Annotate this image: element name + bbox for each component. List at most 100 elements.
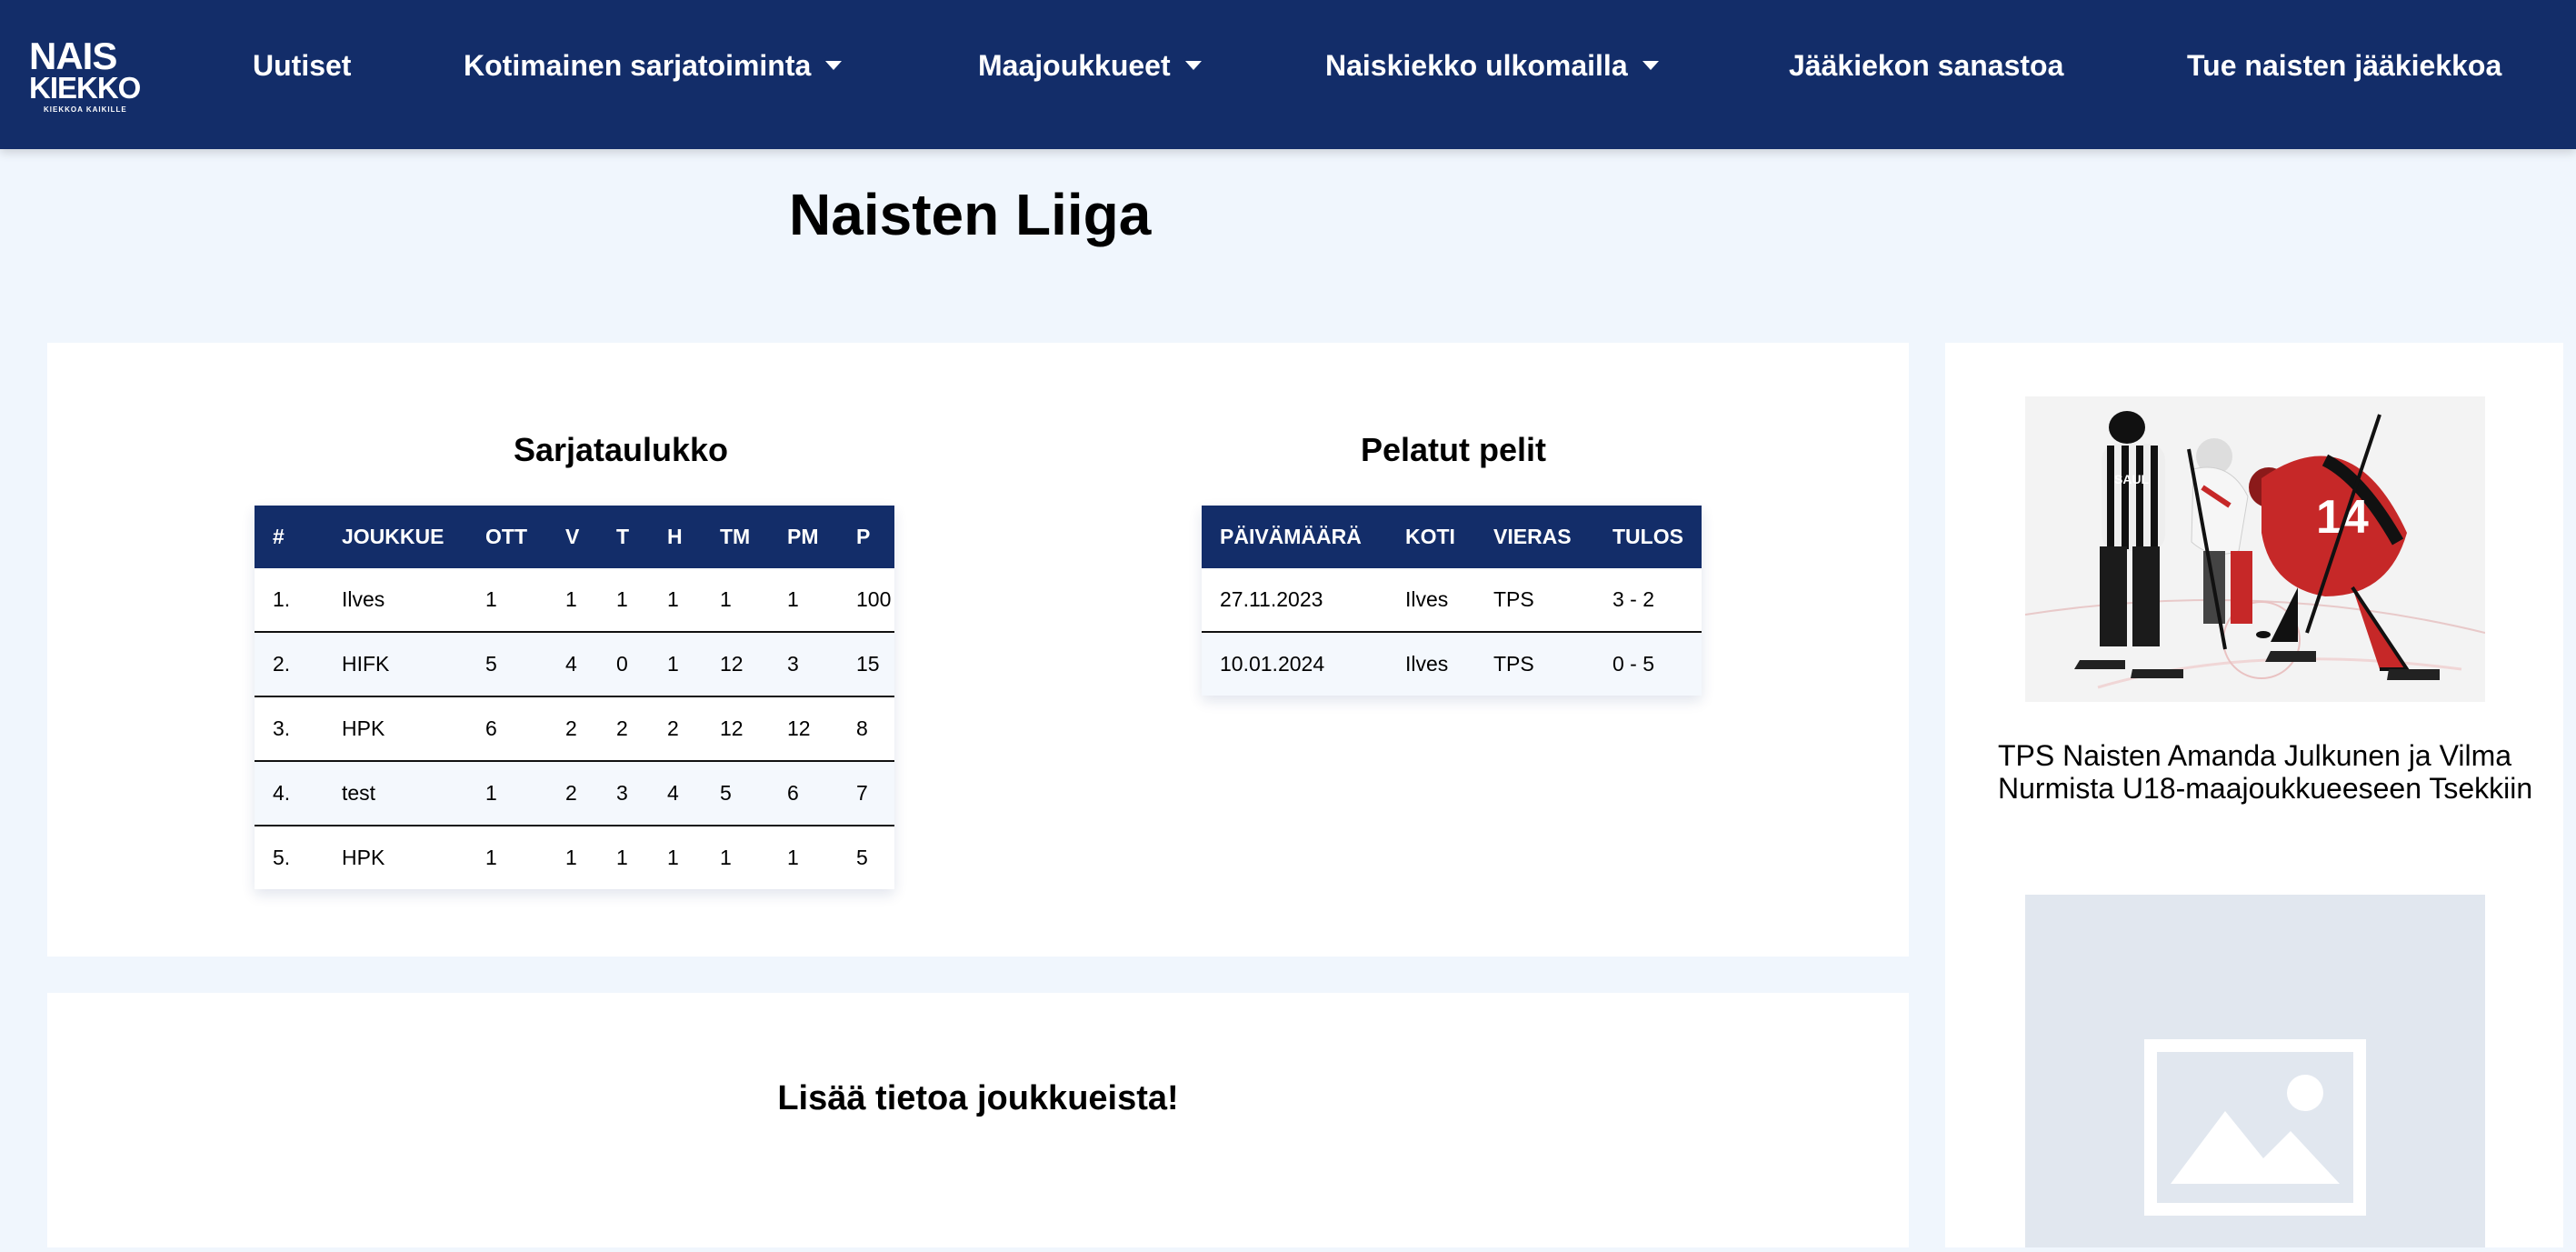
- game-row: 10.01.2024 Ilves TPS 0 - 5: [1202, 632, 1702, 696]
- cell-rank: 5.: [273, 846, 291, 869]
- cell-team: Ilves: [342, 587, 385, 611]
- cell-games: 5: [485, 652, 497, 676]
- cell-games: 6: [485, 716, 497, 740]
- cell-goals-against: 12: [787, 716, 811, 740]
- col-header-goals-against: PM: [769, 506, 838, 568]
- games-header-row: PÄIVÄMÄÄRÄ KOTI VIERAS TULOS: [1202, 506, 1702, 568]
- nav-jaakiekon-sanastoa[interactable]: Jääkiekon sanastoa: [1789, 45, 2063, 85]
- chevron-down-icon: [1184, 60, 1202, 70]
- col-header-games: OTT: [467, 506, 547, 568]
- cell-team: HPK: [342, 846, 385, 869]
- image-placeholder-icon: [2144, 1039, 2366, 1216]
- cell-rank: 3.: [273, 716, 291, 740]
- cell-goals-for: 5: [720, 781, 732, 805]
- top-navigation-bar: NAIS KIEKKO KIEKKOA KAIKILLE Uutiset Kot…: [0, 0, 2576, 149]
- jersey-number-text: 14: [2316, 491, 2369, 544]
- nav-maajoukkueet[interactable]: Maajoukkueet: [978, 45, 1202, 85]
- col-header-away: VIERAS: [1475, 506, 1594, 568]
- standings-header-row: # JOUKKUE OTT V T H TM PM P: [255, 506, 894, 568]
- logo-tagline: KIEKKOA KAIKILLE: [44, 105, 127, 114]
- teams-info-card: Lisää tietoa joukkueista!: [47, 993, 1909, 1247]
- nav-tue-naisten-jaakiekkoa[interactable]: Tue naisten jääkiekkoa: [2187, 45, 2501, 85]
- standings-row: 1. Ilves 1 1 1 1 1 1 100: [255, 568, 894, 632]
- col-header-losses: H: [649, 506, 702, 568]
- cell-wins: 4: [565, 652, 577, 676]
- nav-label: Jääkiekon sanastoa: [1789, 49, 2064, 82]
- standings-row: 5. HPK 1 1 1 1 1 1 5: [255, 826, 894, 889]
- cell-team: HPK: [342, 716, 385, 740]
- col-header-rank: #: [255, 506, 324, 568]
- logo-text-line2: KIEKKO: [29, 71, 141, 105]
- jersey-name-text: SAUL: [2114, 472, 2150, 486]
- cell-wins: 1: [565, 587, 577, 611]
- standings-table: # JOUKKUE OTT V T H TM PM P 1. Ilves 1 1…: [255, 506, 894, 889]
- cell-games: 1: [485, 846, 497, 869]
- chevron-down-icon: [1642, 60, 1659, 70]
- nav-label: Naiskiekko ulkomailla: [1325, 49, 1628, 82]
- cell-points: 7: [856, 781, 868, 805]
- cell-ties: 1: [616, 846, 628, 869]
- cell-losses: 1: [667, 587, 679, 611]
- cell-points: 8: [856, 716, 868, 740]
- news-photo[interactable]: SAUL 14: [2025, 396, 2485, 702]
- news-headline-link[interactable]: TPS Naisten Amanda Julkunen ja Vilma Nur…: [1998, 739, 2543, 805]
- cell-games: 1: [485, 781, 497, 805]
- col-header-goals-for: TM: [702, 506, 769, 568]
- cell-ties: 3: [616, 781, 628, 805]
- nav-label: Tue naisten jääkiekkoa: [2187, 49, 2502, 82]
- col-header-home: KOTI: [1387, 506, 1475, 568]
- nav-kotimainen-sarjatoiminta[interactable]: Kotimainen sarjatoiminta: [464, 45, 843, 85]
- nav-uutiset[interactable]: Uutiset: [253, 45, 351, 85]
- cell-rank: 4.: [273, 781, 291, 805]
- cell-ties: 0: [616, 652, 628, 676]
- col-header-date: PÄIVÄMÄÄRÄ: [1202, 506, 1387, 568]
- standings-row: 2. HIFK 5 4 0 1 12 3 15: [255, 632, 894, 696]
- cell-losses: 2: [667, 716, 679, 740]
- cell-games: 1: [485, 587, 497, 611]
- cell-goals-against: 1: [787, 846, 799, 869]
- cell-wins: 2: [565, 781, 577, 805]
- cell-goals-against: 1: [787, 587, 799, 611]
- naiskiekko-logo[interactable]: NAIS KIEKKO KIEKKOA KAIKILLE: [29, 37, 141, 115]
- page-title: Naisten Liiga: [789, 182, 1152, 247]
- cell-wins: 1: [565, 846, 577, 869]
- standings-row: 3. HPK 6 2 2 2 12 12 8: [255, 696, 894, 761]
- cell-losses: 1: [667, 652, 679, 676]
- cell-points: 100: [856, 587, 892, 611]
- nav-label: Maajoukkueet: [978, 49, 1171, 82]
- cell-result: 3 - 2: [1612, 587, 1655, 611]
- cell-goals-against: 3: [787, 652, 799, 676]
- cell-away: TPS: [1493, 587, 1534, 611]
- cell-team: test: [342, 781, 376, 805]
- cell-wins: 2: [565, 716, 577, 740]
- cell-losses: 1: [667, 846, 679, 869]
- cell-away: TPS: [1493, 652, 1534, 676]
- standings-row: 4. test 1 2 3 4 5 6 7: [255, 761, 894, 826]
- news-image-placeholder[interactable]: [2025, 895, 2485, 1247]
- col-header-points: P: [838, 506, 894, 568]
- col-header-result: TULOS: [1594, 506, 1702, 568]
- cell-ties: 1: [616, 587, 628, 611]
- cell-points: 5: [856, 846, 868, 869]
- cell-team: HIFK: [342, 652, 390, 676]
- games-table: PÄIVÄMÄÄRÄ KOTI VIERAS TULOS 27.11.2023 …: [1202, 506, 1702, 696]
- nav-naiskiekko-ulkomailla[interactable]: Naiskiekko ulkomailla: [1325, 45, 1659, 85]
- cell-home: Ilves: [1405, 652, 1449, 676]
- standings-title: Sarjataulukko: [513, 431, 729, 468]
- col-header-ties: T: [598, 506, 649, 568]
- teams-info-title: Lisää tietoa joukkueista!: [777, 1079, 1179, 1117]
- nav-label: Uutiset: [253, 49, 352, 82]
- cell-goals-for: 12: [720, 652, 744, 676]
- cell-rank: 2.: [273, 652, 291, 676]
- cell-goals-for: 1: [720, 587, 732, 611]
- nav-label: Kotimainen sarjatoiminta: [464, 49, 812, 82]
- game-row: 27.11.2023 Ilves TPS 3 - 2: [1202, 568, 1702, 632]
- hockey-faceoff-image: SAUL 14: [2025, 396, 2485, 702]
- league-stats-card: Sarjataulukko # JOUKKUE OTT V T H TM PM …: [47, 343, 1909, 957]
- cell-date: 10.01.2024: [1220, 652, 1325, 676]
- col-header-wins: V: [547, 506, 598, 568]
- games-title: Pelatut pelit: [1360, 431, 1547, 468]
- cell-rank: 1.: [273, 587, 291, 611]
- cell-losses: 4: [667, 781, 679, 805]
- cell-goals-against: 6: [787, 781, 799, 805]
